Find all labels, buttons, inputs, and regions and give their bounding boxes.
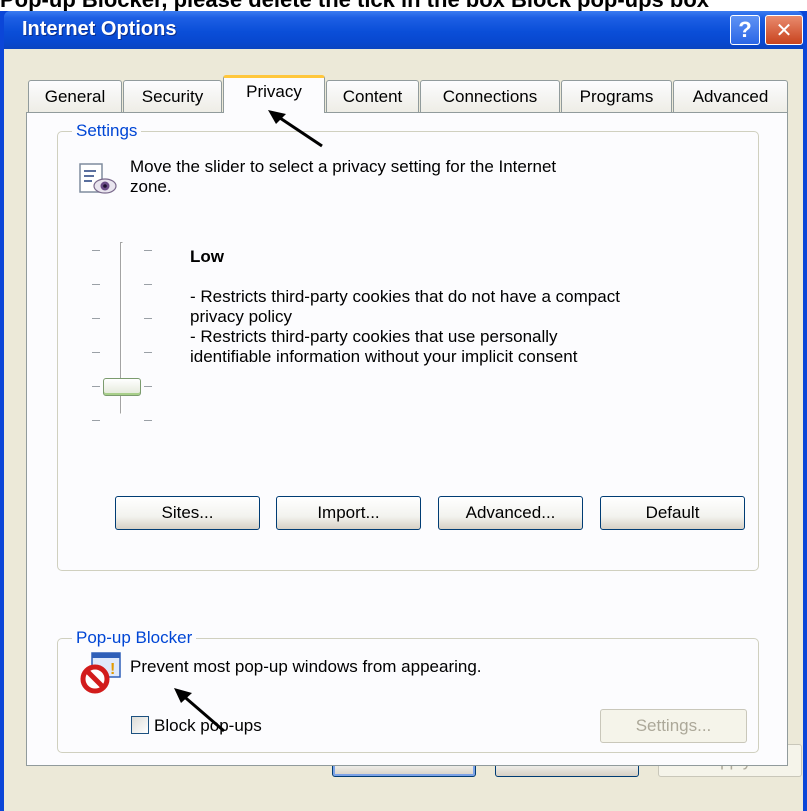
tab-security[interactable]: Security	[123, 80, 222, 112]
privacy-tab-panel: Settings Move the slider to select a pri…	[26, 112, 788, 766]
annotation-arrow-block-popups	[174, 688, 225, 733]
overlay-instruction-text: Pop-up Blocker, please delete the tick i…	[0, 0, 807, 11]
privacy-detail-line: privacy policy	[190, 307, 293, 326]
dialog-client-area: General Security Privacy Content Connect…	[4, 49, 803, 811]
settings-description-line2: zone.	[130, 177, 172, 196]
settings-group: Settings Move the slider to select a pri…	[57, 121, 759, 571]
help-button[interactable]: ?	[730, 15, 760, 45]
tab-advanced[interactable]: Advanced	[673, 80, 788, 112]
annotation-arrow-privacy-tab	[268, 110, 323, 148]
settings-group-label: Settings	[72, 121, 142, 141]
window-title: Internet Options	[22, 18, 177, 40]
slider-thumb[interactable]	[103, 378, 141, 396]
tab-connections[interactable]: Connections	[420, 80, 560, 112]
help-icon: ?	[738, 17, 752, 42]
tab-content[interactable]: Content	[326, 80, 419, 112]
close-button[interactable]: ✕	[765, 15, 803, 45]
privacy-detail-line: identifiable information without your im…	[190, 347, 578, 366]
close-icon: ✕	[775, 19, 793, 42]
privacy-detail-line: - Restricts third-party cookies that do …	[190, 287, 620, 306]
settings-description-line1: Move the slider to select a privacy sett…	[130, 157, 557, 176]
privacy-level-name: Low	[190, 247, 224, 266]
popup-settings-button[interactable]: Settings...	[600, 709, 747, 743]
tab-programs[interactable]: Programs	[561, 80, 672, 112]
default-button[interactable]: Default	[600, 496, 745, 530]
privacy-eye-icon	[79, 163, 117, 194]
popup-blocked-icon: !	[80, 652, 121, 694]
sites-button[interactable]: Sites...	[115, 496, 260, 530]
internet-options-window: Internet Options ? ✕ General Security Pr…	[0, 11, 807, 811]
privacy-level-slider[interactable]	[86, 242, 156, 421]
svg-text:!: !	[110, 661, 115, 678]
import-button[interactable]: Import...	[276, 496, 421, 530]
tab-general[interactable]: General	[28, 80, 122, 112]
popup-blocker-description: Prevent most pop-up windows from appeari…	[130, 657, 482, 676]
advanced-button[interactable]: Advanced...	[438, 496, 583, 530]
privacy-detail-line: - Restricts third-party cookies that use…	[190, 327, 558, 346]
title-bar[interactable]: Internet Options ? ✕	[4, 11, 803, 49]
popup-blocker-group-label: Pop-up Blocker	[72, 628, 197, 648]
block-popups-checkbox[interactable]	[131, 716, 149, 734]
popup-blocker-group: Pop-up Blocker ! Prevent most pop-up win…	[57, 628, 759, 753]
